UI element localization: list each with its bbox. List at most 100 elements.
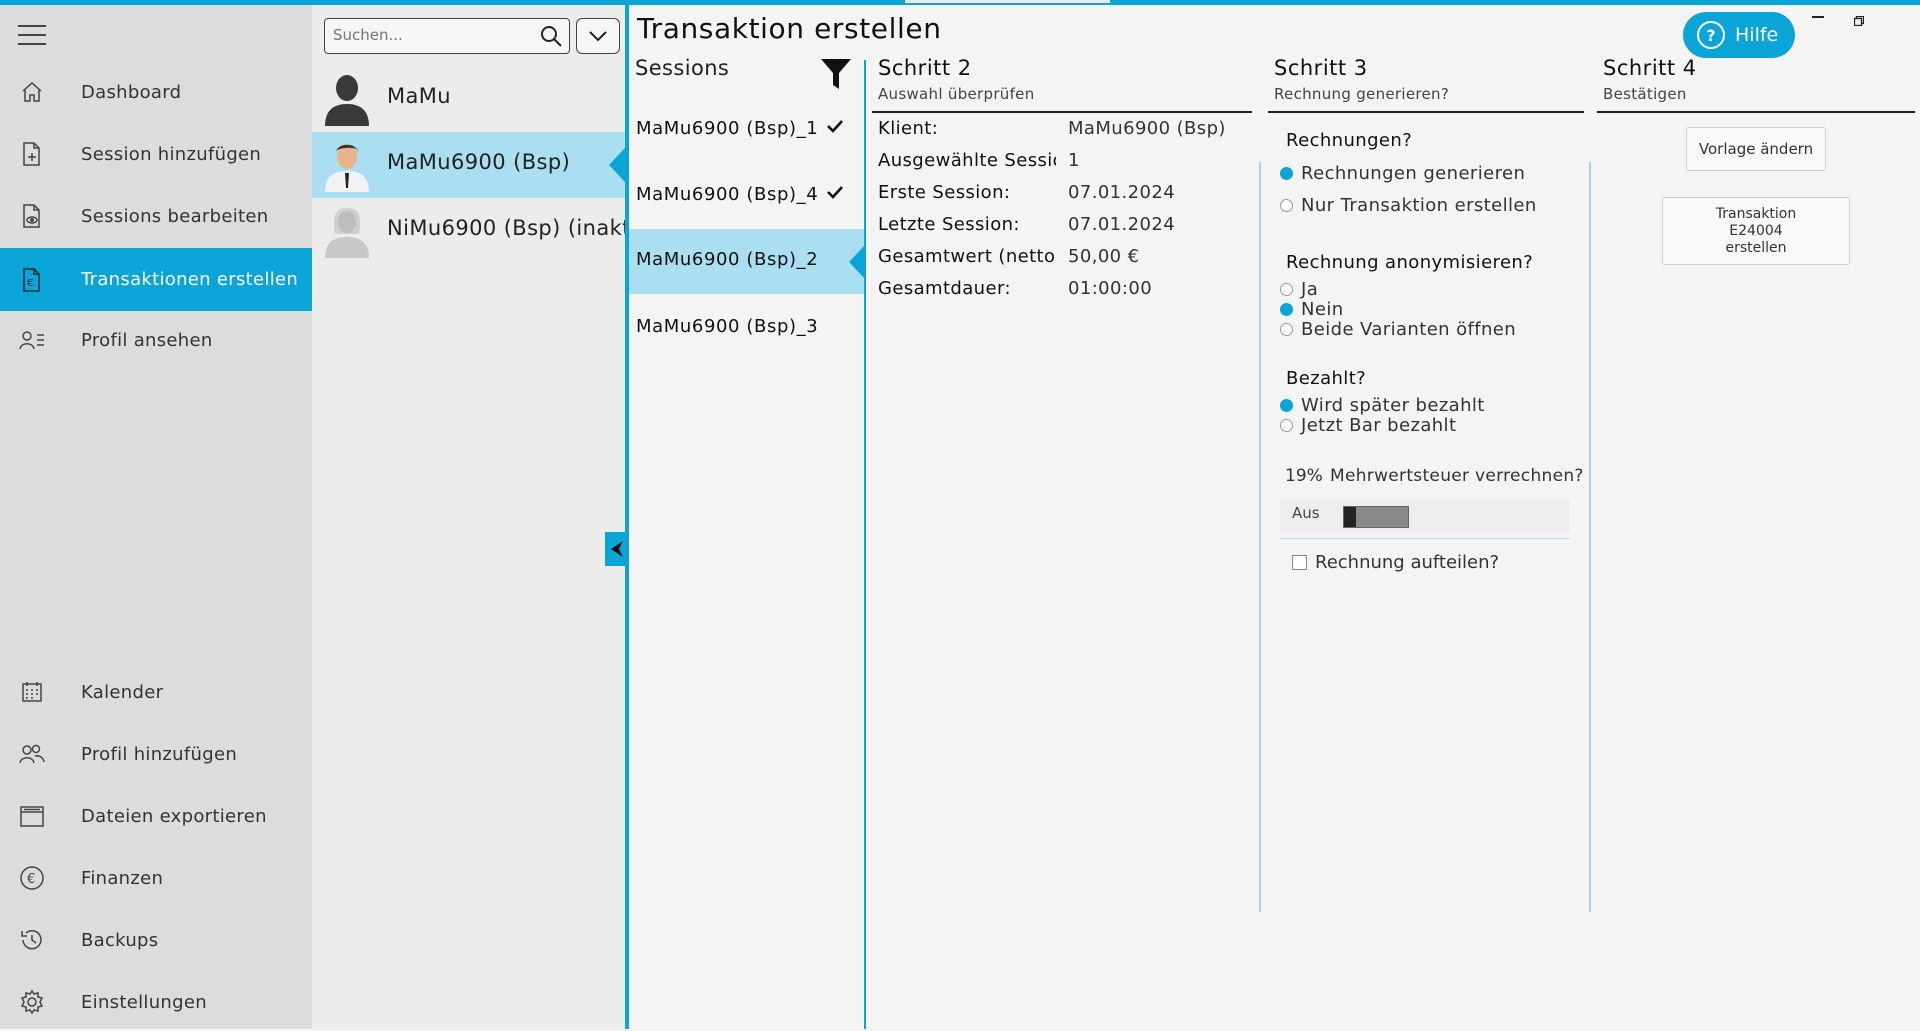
archive-icon [18,802,46,830]
step3-right-border [1589,162,1591,912]
help-icon: ? [1697,21,1725,49]
collapse-arrow-icon [605,541,627,570]
session-list-item[interactable]: MaMu6900 (Bsp)_1 [629,98,865,160]
session-list-item[interactable]: MaMu6900 (Bsp)_4 [629,164,865,226]
summary-key: Klient: [878,118,939,139]
session-label: MaMu6900 (Bsp)_3 [636,316,819,337]
sidebar-item-session-add[interactable]: Session hinzufügen [0,125,312,183]
sidebar-item-backups[interactable]: Backups [0,911,312,969]
sidebar-item-profile-view[interactable]: Profil ansehen [0,311,312,369]
collapse-panel-button[interactable] [605,532,627,566]
sidebar-item-label: Backups [81,929,159,951]
summary-value: 07.01.2024 [1068,182,1176,203]
summary-key: Erste Session: [878,182,1011,203]
radio-anonymize-both[interactable]: Beide Varianten öffnen [1280,319,1516,340]
radio-paid-cash[interactable]: Jetzt Bar bezahlt [1280,415,1456,436]
help-button[interactable]: ? Hilfe [1683,12,1795,58]
radio-transaction-only[interactable]: Nur Transaktion erstellen [1280,195,1537,216]
vat-question: Mehrwertsteuer verrechnen? [1330,466,1584,486]
question-invoices: Rechnungen? [1286,130,1413,151]
sidebar-item-finances[interactable]: € Finanzen [0,849,312,907]
step4-subtitle: Bestätigen [1603,85,1687,103]
checkmark-icon [826,184,844,204]
radio-anonymize-no[interactable]: Nein [1280,299,1344,320]
radio-dot [1280,167,1293,180]
sidebar-item-transactions[interactable]: € Transaktionen erstellen [0,248,312,311]
vat-toggle-switch[interactable] [1343,506,1409,528]
sidebar-item-label: Session hinzufügen [81,143,262,165]
filter-icon[interactable] [820,58,852,94]
sidebar-item-profile-add[interactable]: Profil hinzufügen [0,725,312,783]
checkmark-icon [826,118,844,138]
summary-value: 50,00 € [1068,246,1140,267]
session-label: MaMu6900 (Bsp)_2 [636,249,819,270]
svg-text:€: € [27,278,33,289]
window-minimize-button[interactable] [1812,16,1824,18]
radio-dot [1280,303,1293,316]
summary-value: 01:00:00 [1068,278,1153,299]
sidebar-item-dashboard[interactable]: Dashboard [0,63,312,121]
avatar [322,138,372,192]
radio-dot [1280,419,1293,432]
sessions-divider [864,60,866,1029]
search-box[interactable] [324,18,570,54]
sidebar-item-label: Kalender [81,681,164,703]
summary-key: Gesamtwert (netto): [878,246,1056,267]
summary-key: Gesamtdauer: [878,278,1011,299]
svg-text:€: € [27,872,35,887]
sidebar-item-label: Profil hinzufügen [81,743,238,765]
session-list-item-selected[interactable]: MaMu6900 (Bsp)_2 [629,229,865,294]
client-list-item[interactable]: MaMu [312,66,625,130]
radio-anonymize-yes[interactable]: Ja [1280,279,1318,300]
radio-dot [1280,283,1293,296]
edit-document-icon [18,202,46,230]
checkbox-label: Rechnung aufteilen? [1315,552,1500,573]
summary-value: 1 [1068,150,1080,171]
radio-paid-later[interactable]: Wird später bezahlt [1280,395,1485,416]
sidebar-nav: Dashboard Session hinzufügen Sessions be… [0,5,312,1029]
radio-label: Rechnungen generieren [1301,163,1526,184]
step3-subtitle: Rechnung generieren? [1274,85,1450,103]
step3-separator [1280,538,1570,539]
button-label-line: erstellen [1725,239,1787,256]
client-list-item[interactable]: NiMu6900 (Bsp) (inaktiv) [312,198,625,262]
search-input[interactable] [331,25,535,45]
radio-label: Ja [1301,279,1319,300]
sidebar-item-label: Dateien exportieren [81,805,267,827]
client-name: MaMu [387,84,452,108]
home-icon [18,78,46,106]
hamburger-menu-icon[interactable] [18,25,46,47]
create-transaction-button[interactable]: Transaktion E24004 erstellen [1662,197,1850,265]
client-filter-dropdown-button[interactable] [576,18,620,54]
selection-indicator [609,148,625,182]
top-highlight [905,0,1110,3]
summary-key: Ausgewählte Sessions: [878,150,1056,171]
sidebar-item-calendar[interactable]: Kalender [0,663,312,721]
sessions-heading: Sessions [635,56,730,80]
session-list-item[interactable]: MaMu6900 (Bsp)_3 [629,296,865,358]
sidebar-item-label: Einstellungen [81,991,207,1013]
client-list-item-selected[interactable]: MaMu6900 (Bsp) [312,132,625,198]
radio-label: Nein [1301,299,1344,320]
change-template-button[interactable]: Vorlage ändern [1686,127,1826,171]
sidebar-item-label: Transaktionen erstellen [81,269,299,290]
window-restore-button[interactable] [1853,11,1865,27]
radio-generate-invoices[interactable]: Rechnungen generieren [1280,163,1525,184]
radio-dot [1280,199,1293,212]
sidebar-item-label: Finanzen [81,867,164,889]
summary-value: MaMu6900 (Bsp) [1068,118,1226,139]
button-label: Vorlage ändern [1698,140,1814,158]
help-label: Hilfe [1735,24,1779,46]
sidebar-item-sessions-edit[interactable]: Sessions bearbeiten [0,187,312,245]
avatar [322,204,372,258]
step2-title: Schritt 2 [878,56,972,80]
sidebar-item-label: Dashboard [81,81,182,103]
question-paid: Bezahlt? [1286,368,1367,389]
session-label: MaMu6900 (Bsp)_4 [636,184,819,205]
split-invoice-checkbox[interactable]: Rechnung aufteilen? [1292,552,1499,573]
client-name: MaMu6900 (Bsp) [387,150,571,174]
sidebar-item-export[interactable]: Dateien exportieren [0,787,312,845]
search-icon[interactable] [539,24,563,52]
sidebar-item-settings[interactable]: Einstellungen [0,973,312,1031]
add-document-icon [18,140,46,168]
